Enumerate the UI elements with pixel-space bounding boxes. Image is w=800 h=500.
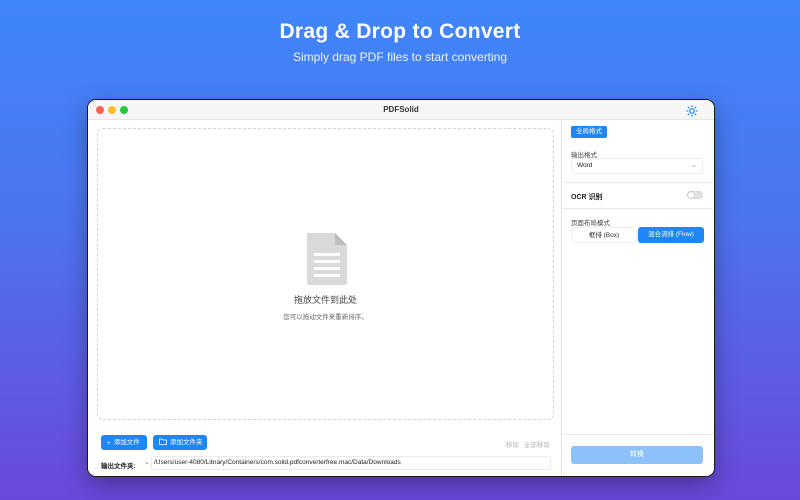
output-format-select[interactable]: Word ⌄ (571, 158, 703, 174)
output-folder-path[interactable]: /Users/user-4080/Library/Containers/com.… (151, 456, 551, 470)
chevron-down-icon[interactable]: ⌄ (144, 458, 150, 466)
divider (563, 434, 714, 435)
title-bar: PDFSolid (88, 100, 714, 120)
hero-title: Drag & Drop to Convert (279, 20, 521, 43)
chevron-down-icon: ⌄ (691, 162, 697, 169)
layout-mode-label: 页面布局模式 (571, 220, 610, 227)
ocr-toggle[interactable] (687, 191, 703, 199)
window-title: PDFSolid (383, 105, 419, 114)
remove-all-button[interactable]: 全部移除 (524, 439, 550, 449)
drop-zone-hint: 您可以拖动文件来重新排序。 (283, 314, 368, 321)
file-pane: 拖放文件到此处 您可以拖动文件来重新排序。 + 添加文件 添加文件夹 移除 全部移… (88, 120, 562, 476)
global-format-badge: 全局格式 (571, 126, 607, 138)
add-folder-label: 添加文件夹 (170, 439, 203, 446)
sun-icon[interactable] (686, 104, 698, 117)
add-file-button[interactable]: + 添加文件 (101, 435, 147, 450)
drop-zone-title: 拖放文件到此处 (293, 295, 357, 305)
divider (563, 182, 714, 183)
plus-icon: + (107, 440, 111, 447)
drop-zone[interactable]: 拖放文件到此处 您可以拖动文件来重新排序。 (97, 128, 554, 420)
output-format-value: Word (577, 162, 593, 169)
layout-box-option[interactable]: 框排 (Box) (571, 227, 637, 243)
settings-pane: 全局格式 输出格式 Word ⌄ OCR 识别 页面布局模式 框排 (Box) … (563, 120, 714, 476)
folder-icon (159, 436, 167, 451)
hero-subtitle: Simply drag PDF files to start convertin… (292, 50, 508, 64)
output-folder-label: 输出文件夹: (101, 463, 136, 470)
add-file-label: 添加文件 (113, 439, 140, 446)
add-folder-button[interactable]: 添加文件夹 (153, 435, 207, 450)
remove-button[interactable]: 移除 (506, 439, 519, 449)
toggle-knob (688, 192, 694, 198)
document-icon (305, 233, 349, 285)
divider (563, 208, 714, 209)
convert-button[interactable]: 转换 (571, 446, 703, 464)
app-window: PDFSolid 拖放文件到此处 您可以拖动文件来重新排序。 + 添加文件 添加… (88, 100, 714, 476)
layout-flow-option[interactable]: 混合流排 (Flow) (638, 227, 704, 243)
ocr-label: OCR 识别 (571, 194, 603, 201)
